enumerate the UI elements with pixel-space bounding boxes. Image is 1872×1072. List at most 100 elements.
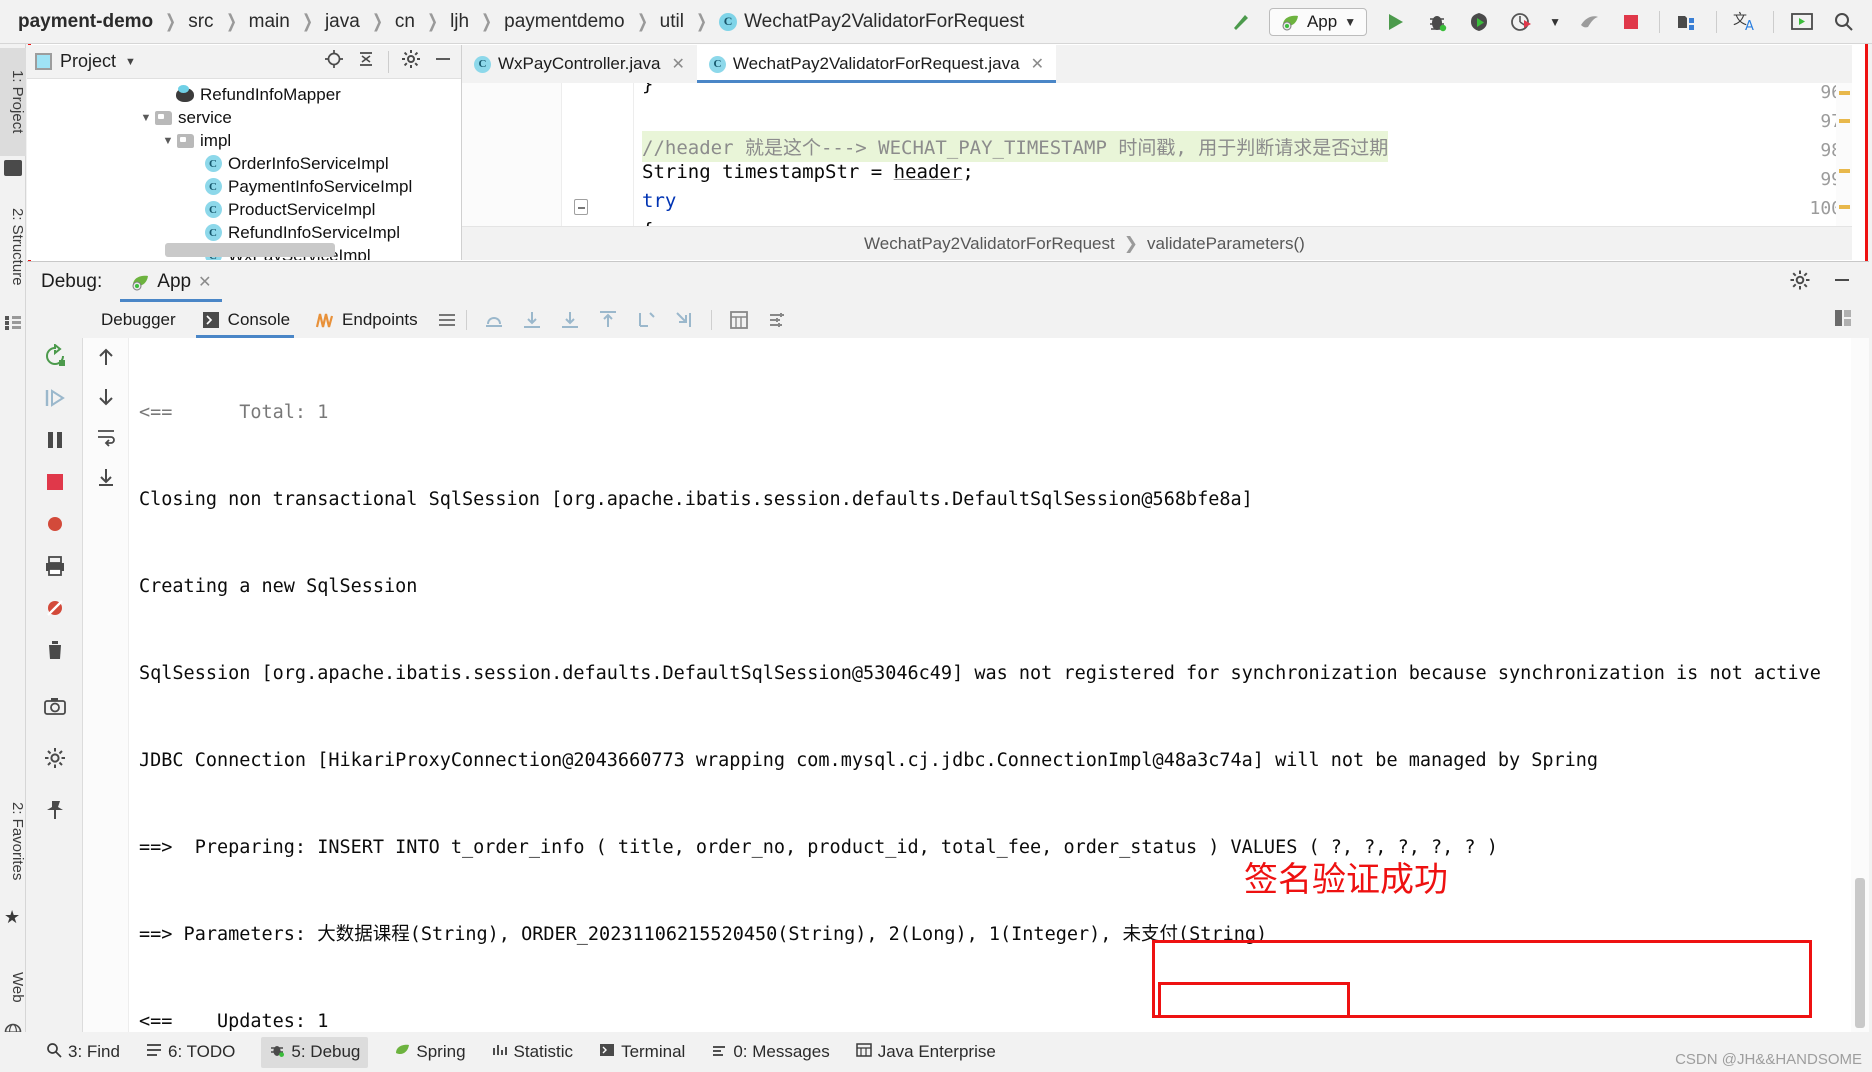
project-structure-icon[interactable]	[1674, 8, 1702, 36]
breadcrumb-item-paymentdemo[interactable]: paymentdemo	[502, 11, 626, 33]
scroll-to-end-icon[interactable]	[95, 466, 117, 493]
collapse-all-icon[interactable]	[356, 49, 376, 74]
console-scrollbar-thumb[interactable]	[1855, 878, 1865, 1028]
editor-tab-wxpaycontroller[interactable]: C WxPayController.java ✕	[462, 45, 697, 83]
warning-marker[interactable]	[1839, 119, 1850, 123]
warning-marker[interactable]	[1839, 205, 1850, 209]
warning-marker[interactable]	[1839, 91, 1850, 95]
tab-endpoints[interactable]: Endpoints	[302, 302, 430, 338]
breadcrumb-item-cn[interactable]: cn	[393, 11, 417, 33]
rerun-icon[interactable]	[43, 342, 67, 373]
run-with-coverage-icon[interactable]	[1465, 8, 1493, 36]
debug-side-toolbar	[27, 338, 83, 1032]
search-everywhere-icon[interactable]	[1830, 8, 1858, 36]
no-breakpoints-icon[interactable]	[43, 596, 67, 625]
sidebar-item-web[interactable]: Web	[0, 956, 26, 1018]
chevron-down-icon[interactable]: ▼	[125, 56, 136, 68]
camera-icon[interactable]	[43, 694, 67, 723]
tree-node-orderinfoserviceimpl[interactable]: C OrderInfoServiceImpl	[27, 152, 461, 175]
drop-frame-icon[interactable]	[635, 309, 657, 331]
breadcrumb-item-ljh[interactable]: ljh	[448, 11, 471, 33]
resume-icon[interactable]	[43, 386, 67, 415]
step-over-icon[interactable]	[483, 309, 505, 331]
stop-icon[interactable]	[1617, 8, 1645, 36]
profiler-dropdown-icon[interactable]: ▼	[1549, 15, 1561, 29]
code-viewport[interactable]: 96 97 98 99 100 101 } //header 就是这个---> …	[462, 83, 1852, 260]
gear-icon[interactable]	[1789, 269, 1811, 296]
chevron-down-icon[interactable]: ▼	[139, 112, 153, 124]
breadcrumb-item-project[interactable]: payment-demo	[16, 11, 155, 33]
soft-wrap-icon[interactable]	[436, 309, 458, 331]
sidebar-item-structure[interactable]: 2: Structure	[0, 184, 26, 310]
tab-debugger[interactable]: Debugger	[89, 302, 188, 338]
statusbar-item-messages[interactable]: 0: Messages	[711, 1042, 830, 1063]
breadcrumb-item-java[interactable]: java	[323, 11, 362, 33]
sidebar-item-favorites[interactable]: 2: Favorites	[0, 778, 26, 904]
statusbar-item-statistic[interactable]: Statistic	[492, 1042, 573, 1063]
debug-icon[interactable]	[1423, 8, 1451, 36]
editor-breadcrumb-method[interactable]: validateParameters()	[1147, 234, 1305, 254]
print-icon[interactable]	[43, 554, 67, 583]
close-icon[interactable]: ✕	[198, 272, 211, 292]
trash-icon[interactable]	[43, 638, 67, 667]
close-icon[interactable]: ✕	[1031, 54, 1044, 74]
scroll-down-icon[interactable]	[95, 386, 117, 413]
chevron-down-icon[interactable]: ▼	[1344, 15, 1356, 29]
tree-node-impl[interactable]: ▼ impl	[27, 129, 461, 152]
attach-process-icon[interactable]	[1575, 8, 1603, 36]
soft-wrap-lines-icon[interactable]	[95, 426, 117, 453]
editor-area: C WxPayController.java ✕ C WechatPay2Val…	[462, 45, 1852, 260]
gear-icon[interactable]	[43, 746, 67, 775]
tree-node-paymentinfoserviceimpl[interactable]: C PaymentInfoServiceImpl	[27, 175, 461, 198]
scroll-up-icon[interactable]	[95, 346, 117, 373]
evaluate-icon[interactable]	[728, 309, 750, 331]
code-fold-toggle-icon[interactable]	[574, 199, 588, 215]
debug-session-tab-app[interactable]: App ✕	[120, 262, 222, 302]
close-icon[interactable]: ✕	[672, 54, 685, 74]
editor-breadcrumb-class[interactable]: WechatPay2ValidatorForRequest	[864, 234, 1115, 254]
presentation-icon[interactable]	[1788, 8, 1816, 36]
stop-icon[interactable]	[43, 470, 67, 499]
run-to-cursor-icon[interactable]	[673, 309, 695, 331]
sidebar-item-project[interactable]: 1: Project	[0, 48, 26, 156]
statusbar-item-spring[interactable]: Spring	[394, 1042, 466, 1063]
locate-icon[interactable]	[324, 49, 344, 74]
tree-node-service[interactable]: ▼ service	[27, 106, 461, 129]
force-step-into-icon[interactable]	[559, 309, 581, 331]
project-tree-scrollbar[interactable]	[165, 243, 335, 257]
tree-node-refundinfoserviceimpl[interactable]: C RefundInfoServiceImpl	[27, 221, 461, 244]
statusbar-item-terminal[interactable]: Terminal	[599, 1042, 685, 1063]
step-out-icon[interactable]	[597, 309, 619, 331]
statusbar-item-label: Java Enterprise	[877, 1042, 996, 1061]
translate-icon[interactable]: 文 A	[1731, 8, 1759, 36]
hide-icon[interactable]	[433, 49, 453, 74]
chevron-down-icon[interactable]: ▼	[161, 135, 175, 147]
statusbar-item-debug[interactable]: 5: Debug	[261, 1036, 369, 1068]
console-output[interactable]: <== Total: 1 Closing non transactional S…	[129, 338, 1851, 1032]
step-into-icon[interactable]	[521, 309, 543, 331]
breadcrumb-item-util[interactable]: util	[658, 11, 686, 33]
tree-node-productserviceimpl[interactable]: C ProductServiceImpl	[27, 198, 461, 221]
run-configuration-selector[interactable]: App ▼	[1268, 7, 1368, 36]
tree-node-refundinfomapper[interactable]: RefundInfoMapper	[27, 83, 461, 106]
breadcrumb-item-src[interactable]: src	[186, 11, 215, 33]
run-icon[interactable]	[1381, 8, 1409, 36]
profiler-icon[interactable]	[1507, 8, 1535, 36]
pause-icon[interactable]	[43, 428, 67, 457]
warning-marker[interactable]	[1839, 169, 1850, 173]
statusbar-item-find[interactable]: 3: Find	[46, 1042, 120, 1063]
console-scrollbar[interactable]	[1851, 338, 1869, 1032]
mute-breakpoints-icon[interactable]	[43, 512, 67, 541]
settings-gear-icon[interactable]	[401, 49, 421, 74]
hide-icon[interactable]	[1831, 269, 1853, 296]
settings-icon[interactable]	[766, 309, 788, 331]
statusbar-item-todo[interactable]: 6: TODO	[146, 1042, 235, 1063]
breadcrumb-item-class[interactable]: C WechatPay2ValidatorForRequest	[717, 11, 1026, 33]
breadcrumb-item-main[interactable]: main	[247, 11, 292, 33]
layout-settings-icon[interactable]	[1833, 308, 1853, 333]
tab-console[interactable]: Console	[188, 302, 302, 338]
statusbar-item-java-enterprise[interactable]: Java Enterprise	[855, 1042, 996, 1063]
editor-tab-wechatpay2validatorforrequest[interactable]: C WechatPay2ValidatorForRequest.java ✕	[696, 45, 1057, 83]
build-hammer-icon[interactable]	[1227, 8, 1255, 36]
pin-icon[interactable]	[43, 798, 67, 827]
